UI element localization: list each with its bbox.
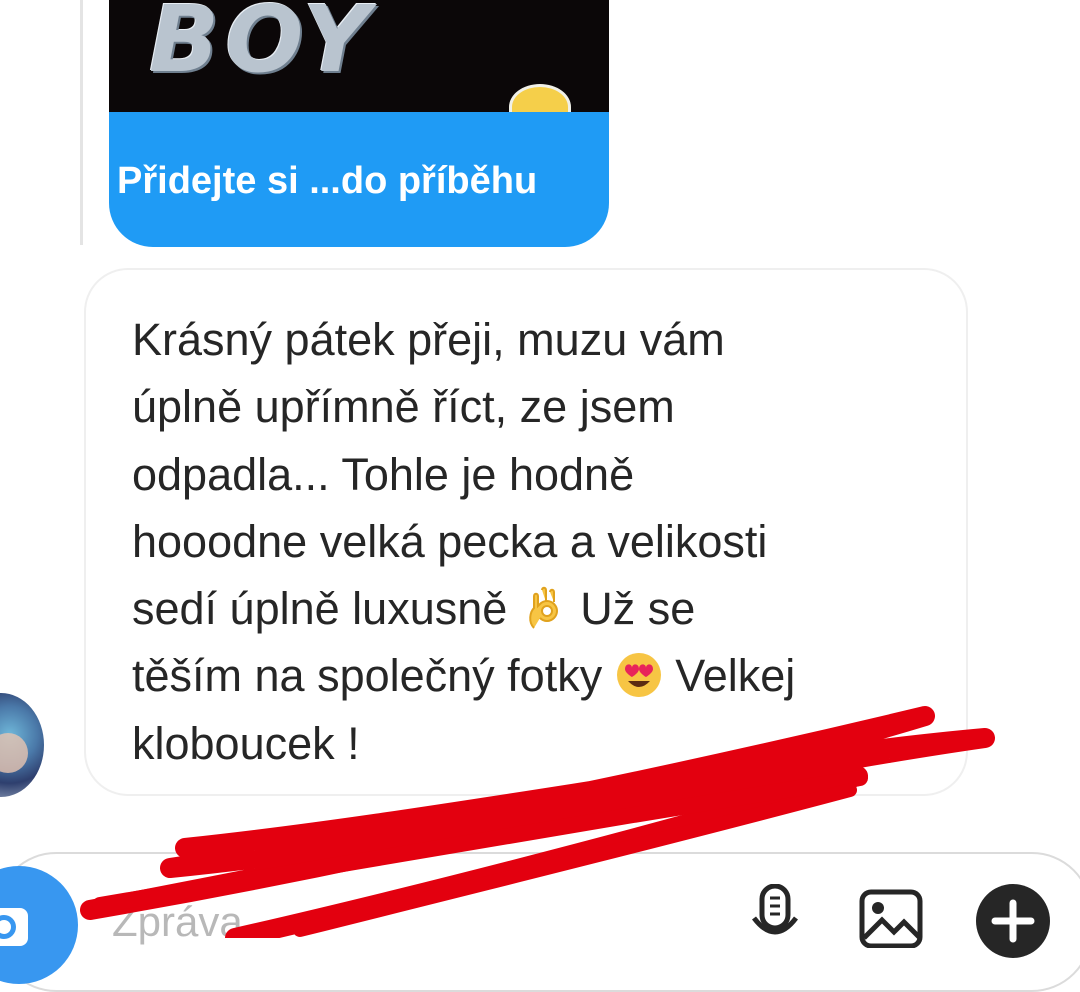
microphone-icon[interactable] bbox=[750, 884, 800, 944]
story-reply-card[interactable]: BOY Přidejte si ...do příběhu bbox=[109, 0, 609, 247]
plus-icon[interactable] bbox=[975, 883, 1051, 959]
sender-avatar[interactable] bbox=[0, 693, 44, 797]
reply-indicator-line bbox=[80, 0, 83, 245]
message-bubble[interactable]: Krásný pátek přeji, muzu vám úplně upřím… bbox=[84, 268, 968, 796]
gallery-icon[interactable] bbox=[858, 888, 924, 948]
ok-hand-emoji bbox=[529, 586, 558, 629]
camera-icon bbox=[0, 908, 28, 946]
story-sticker bbox=[509, 84, 571, 112]
story-image: BOY bbox=[109, 0, 609, 112]
message-text: Krásný pátek přeji, muzu vám úplně upřím… bbox=[132, 306, 932, 777]
message-input[interactable]: Zpráva bbox=[112, 898, 512, 948]
story-caption: Přidejte si ...do příběhu bbox=[117, 160, 538, 202]
heart-eyes-emoji bbox=[616, 653, 661, 698]
story-image-text: BOY bbox=[149, 0, 376, 93]
